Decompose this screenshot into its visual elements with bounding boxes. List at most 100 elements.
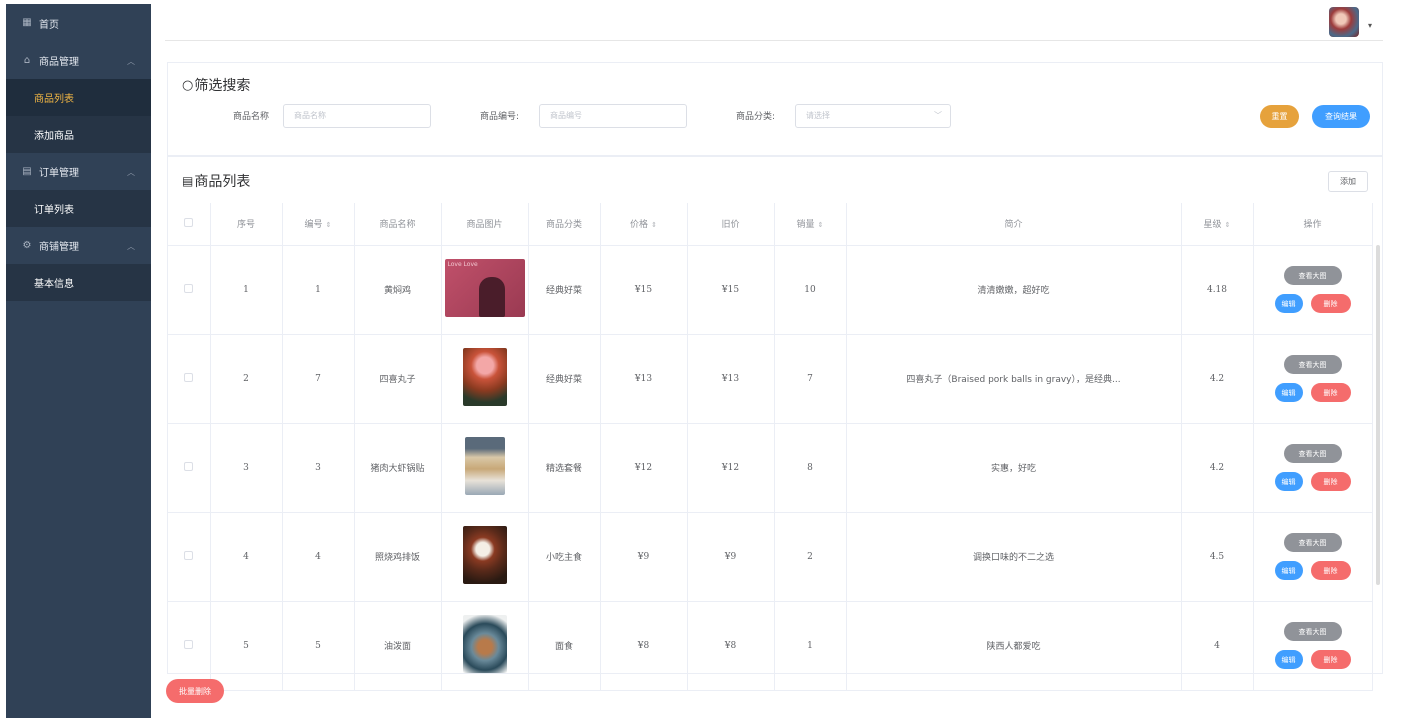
cell-actions: 查看大图 编辑 删除 xyxy=(1253,512,1373,602)
product-image xyxy=(462,615,507,673)
cell-price: ¥15 xyxy=(600,245,688,335)
list-card: ▤ 商品列表 添加 序号 编号⇕ 商品名称 商品图片 商品分类 价格⇕ 旧价 xyxy=(167,156,1383,691)
batch-delete-button[interactable]: 批量删除 xyxy=(166,679,224,703)
code-input[interactable]: 商品编号 xyxy=(539,104,687,128)
cell-price: ¥9 xyxy=(600,512,688,602)
avatar[interactable] xyxy=(1329,7,1359,37)
row-checkbox[interactable] xyxy=(184,639,194,649)
cell-stars: 4.5 xyxy=(1181,512,1254,602)
category-select[interactable]: 请选择 ﹀ xyxy=(795,104,951,128)
view-image-button[interactable]: 查看大图 xyxy=(1283,355,1342,374)
delete-button[interactable]: 删除 xyxy=(1310,650,1351,669)
view-image-button[interactable]: 查看大图 xyxy=(1283,266,1342,285)
cell-code: 3 xyxy=(282,423,355,513)
sidebar-item-label: 商品列表 xyxy=(34,94,74,105)
cell-image: Love Love xyxy=(441,245,529,335)
edit-button[interactable]: 编辑 xyxy=(1274,383,1303,402)
sidebar-item-basic-info[interactable]: 基本信息 xyxy=(6,264,151,301)
cell-index: 3 xyxy=(210,423,283,513)
filter-card: ○ 筛选搜索 商品名称 商品名称 商品编号: 商品编号 商品分类: 请选择 ﹀ … xyxy=(167,62,1383,156)
cell-category: 小吃主食 xyxy=(528,512,601,602)
cell-intro: 四喜丸子（Braised pork balls in gravy），是经典... xyxy=(846,334,1182,424)
category-label: 商品分类: xyxy=(736,112,776,122)
row-checkbox[interactable] xyxy=(184,283,194,293)
cell-index: 2 xyxy=(210,334,283,424)
sort-icon[interactable]: ⇕ xyxy=(651,221,657,229)
cell-category: 面食 xyxy=(528,601,601,691)
header-code[interactable]: 编号 ⇕ xyxy=(282,203,355,246)
cell-category: 经典好菜 xyxy=(528,245,601,335)
cell-category: 精选套餐 xyxy=(528,423,601,513)
checkbox[interactable] xyxy=(184,217,194,227)
row-checkbox[interactable] xyxy=(184,461,194,471)
gear-icon: ⚙ xyxy=(22,239,32,251)
header-old-price: 旧价 xyxy=(687,203,775,246)
edit-button[interactable]: 编辑 xyxy=(1274,650,1303,669)
sidebar-item-add-goods[interactable]: 添加商品 xyxy=(6,116,151,153)
cell-intro: 调换口味的不二之选 xyxy=(846,512,1182,602)
delete-button[interactable]: 删除 xyxy=(1310,294,1351,313)
sidebar: ▦ 首页 ⌂ 商品管理 ︿ 商品列表 添加商品 ▤ 订单管理 ︿ 订单列表 ⚙ … xyxy=(6,4,151,718)
header-stars[interactable]: 星级 ⇕ xyxy=(1181,203,1254,246)
sidebar-item-order-list[interactable]: 订单列表 xyxy=(6,190,151,227)
cell-intro: 清清嫩嫩，超好吃 xyxy=(846,245,1182,335)
cell-image xyxy=(441,601,529,691)
header-price[interactable]: 价格 ⇕ xyxy=(600,203,688,246)
sort-icon[interactable]: ⇕ xyxy=(326,221,332,229)
cell-image xyxy=(441,512,529,602)
app-root: ▦ 首页 ⌂ 商品管理 ︿ 商品列表 添加商品 ▤ 订单管理 ︿ 订单列表 ⚙ … xyxy=(0,0,1408,718)
cell-sales: 8 xyxy=(774,423,847,513)
sidebar-group-label: 商品管理 xyxy=(39,57,79,68)
product-image xyxy=(462,526,507,584)
sort-icon[interactable]: ⇕ xyxy=(818,221,824,229)
cell-category: 经典好菜 xyxy=(528,334,601,424)
edit-button[interactable]: 编辑 xyxy=(1274,472,1303,491)
cell-intro: 实惠，好吃 xyxy=(846,423,1182,513)
edit-button[interactable]: 编辑 xyxy=(1274,561,1303,580)
reset-button[interactable]: 重置 xyxy=(1260,105,1299,128)
silhouette xyxy=(478,277,505,317)
sidebar-item-goods-list[interactable]: 商品列表 xyxy=(6,79,151,116)
vertical-scrollbar[interactable] xyxy=(1376,245,1380,585)
cell-old-price: ¥12 xyxy=(687,423,775,513)
sidebar-group-goods[interactable]: ⌂ 商品管理 ︿ xyxy=(6,42,151,79)
cell-actions: 查看大图 编辑 删除 xyxy=(1253,245,1373,335)
cell-index: 1 xyxy=(210,245,283,335)
cell-image xyxy=(441,334,529,424)
table-row: 3 3 猪肉大虾锅贴 精选套餐 ¥12 ¥12 8 实惠，好吃 4.2 查看大图 xyxy=(168,423,1373,513)
caret-down-icon[interactable]: ▾ xyxy=(1368,21,1372,30)
query-button[interactable]: 查询结果 xyxy=(1312,105,1370,128)
cell-index: 4 xyxy=(210,512,283,602)
view-image-button[interactable]: 查看大图 xyxy=(1283,622,1342,641)
cell-code: 7 xyxy=(282,334,355,424)
header-intro: 简介 xyxy=(846,203,1182,246)
delete-button[interactable]: 删除 xyxy=(1310,472,1351,491)
name-input[interactable]: 商品名称 xyxy=(283,104,431,128)
cell-code: 1 xyxy=(282,245,355,335)
cell-name: 猪肉大虾锅贴 xyxy=(354,423,442,513)
sidebar-group-label: 订单管理 xyxy=(39,168,79,179)
delete-button[interactable]: 删除 xyxy=(1310,383,1351,402)
list-title: ▤ 商品列表 xyxy=(182,174,251,190)
product-image xyxy=(462,348,507,406)
header-select-all[interactable] xyxy=(168,203,211,246)
delete-button[interactable]: 删除 xyxy=(1310,561,1351,580)
add-button[interactable]: 添加 xyxy=(1328,171,1368,192)
sidebar-group-shop[interactable]: ⚙ 商铺管理 ︿ xyxy=(6,227,151,264)
sidebar-group-orders[interactable]: ▤ 订单管理 ︿ xyxy=(6,153,151,190)
top-header: ▾ xyxy=(165,4,1383,41)
cell-sales: 1 xyxy=(774,601,847,691)
view-image-button[interactable]: 查看大图 xyxy=(1283,444,1342,463)
edit-button[interactable]: 编辑 xyxy=(1274,294,1303,313)
view-image-button[interactable]: 查看大图 xyxy=(1283,533,1342,552)
header-sales[interactable]: 销量 ⇕ xyxy=(774,203,847,246)
sidebar-item-label: 添加商品 xyxy=(34,131,74,142)
sidebar-item-home[interactable]: ▦ 首页 xyxy=(6,4,151,42)
row-checkbox[interactable] xyxy=(184,372,194,382)
list-icon: ▤ xyxy=(182,174,194,188)
sidebar-group-label: 商铺管理 xyxy=(39,242,79,253)
table-row: 5 5 油泼面 面食 ¥8 ¥8 1 陕西人都爱吃 4 查看大图 编辑 删除 xyxy=(168,601,1373,691)
row-checkbox[interactable] xyxy=(184,550,194,560)
sort-icon[interactable]: ⇕ xyxy=(1225,221,1231,229)
cell-old-price: ¥9 xyxy=(687,512,775,602)
